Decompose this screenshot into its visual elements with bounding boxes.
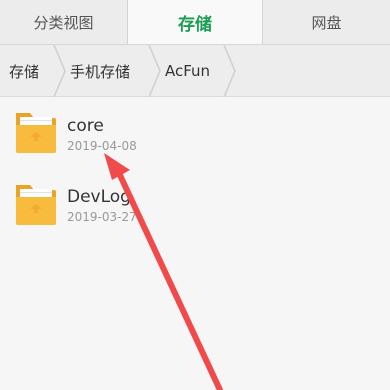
- annotation-arrow-icon: [104, 153, 223, 390]
